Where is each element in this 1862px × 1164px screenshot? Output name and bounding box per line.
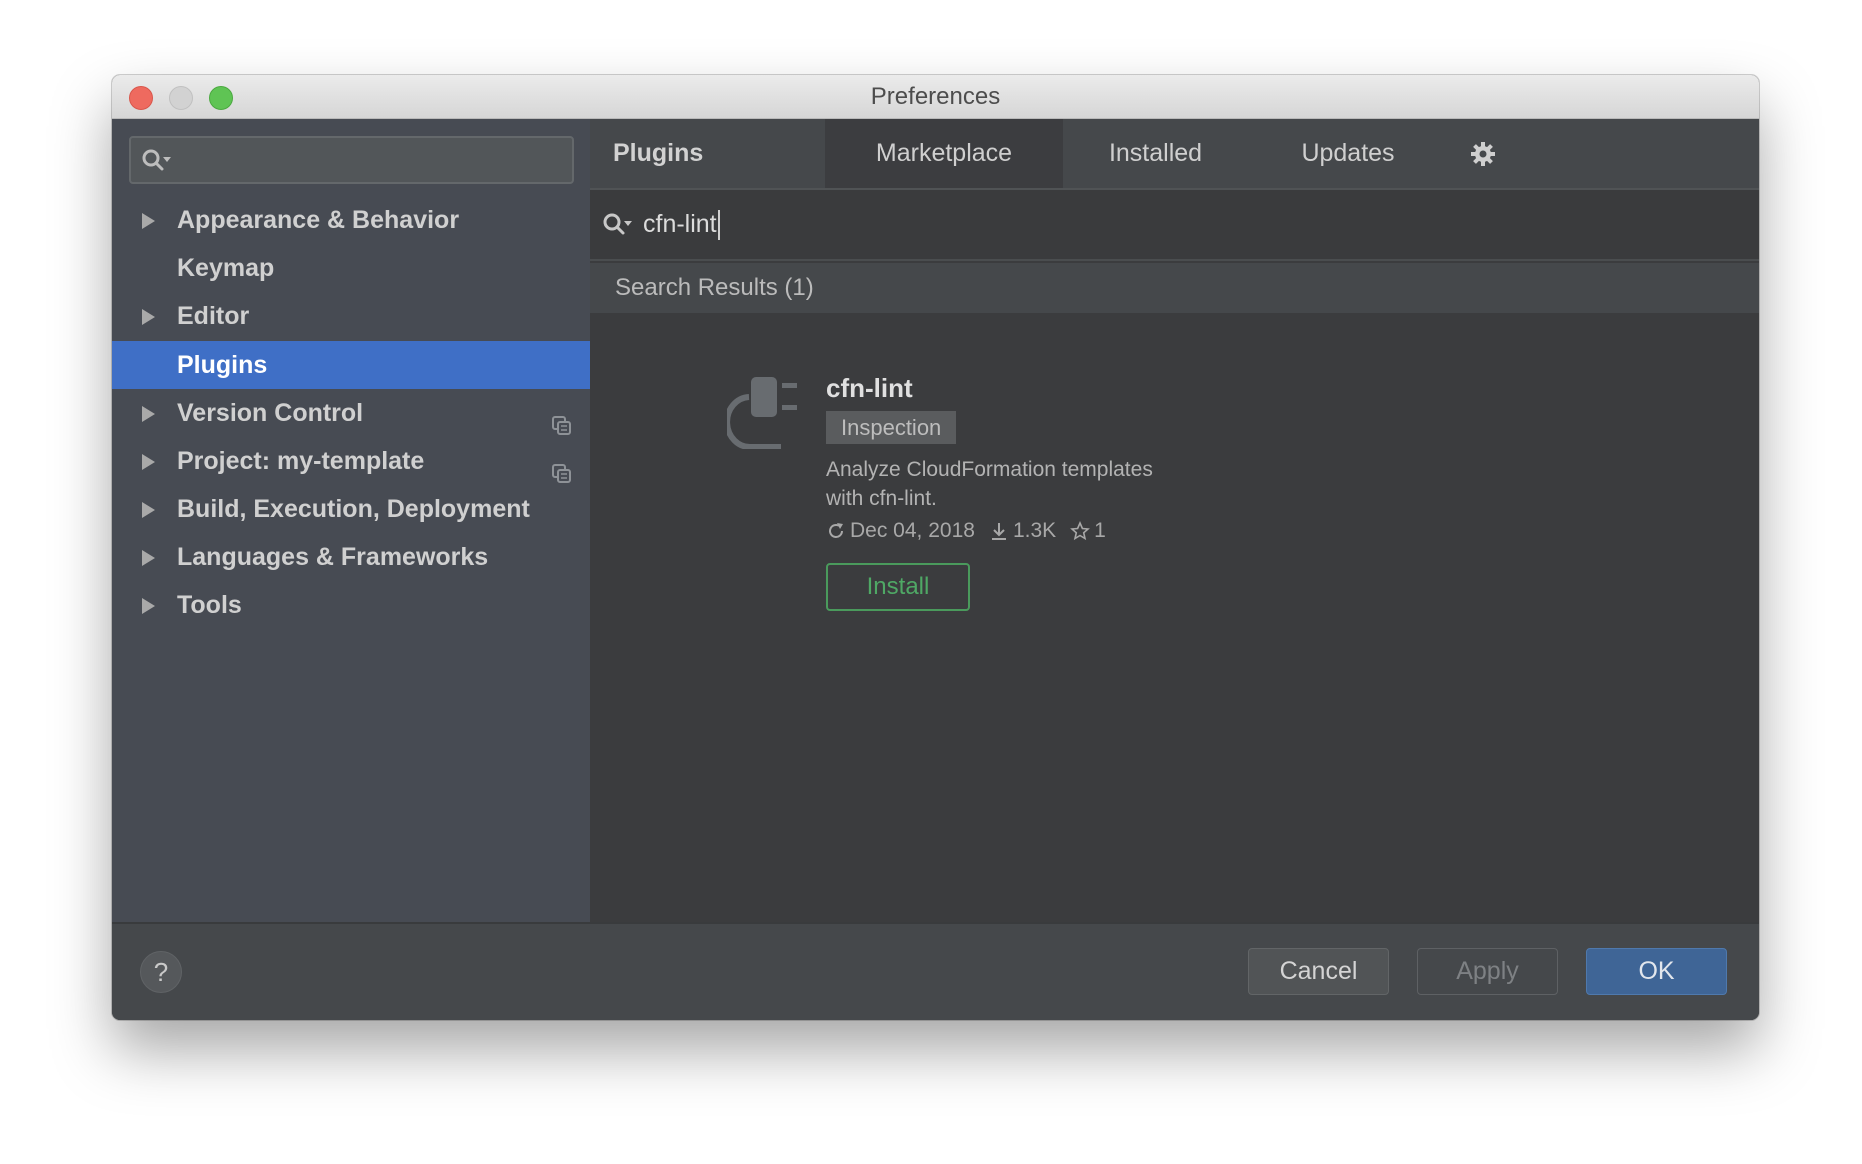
- plugin-rating-value: 1: [1094, 519, 1106, 542]
- sidebar-item-languages-frameworks[interactable]: Languages & Frameworks: [112, 533, 590, 581]
- plugin-updated-date: Dec 04, 2018: [850, 519, 975, 542]
- plugin-rating: 1: [1070, 519, 1106, 543]
- sidebar-item-appearance-behavior[interactable]: Appearance & Behavior: [112, 196, 590, 244]
- plugin-search-input[interactable]: cfn-lint: [590, 190, 1759, 261]
- expand-arrow-icon[interactable]: [142, 213, 155, 229]
- cancel-button[interactable]: Cancel: [1248, 948, 1389, 995]
- plugin-download-count: 1.3K: [1012, 519, 1057, 542]
- refresh-icon: [829, 523, 843, 538]
- project-level-icon: [552, 404, 572, 435]
- plugin-settings-button[interactable]: [1448, 119, 1518, 188]
- window-title: Preferences: [870, 83, 1001, 110]
- plugin-updated: Dec 04, 2018: [826, 519, 975, 543]
- sidebar-item-keymap[interactable]: Keymap: [112, 244, 590, 292]
- tab-installed[interactable]: Installed: [1063, 119, 1248, 188]
- search-results-header: Search Results (1): [590, 263, 1759, 313]
- apply-button[interactable]: Apply: [1417, 948, 1558, 995]
- plugin-downloads: 1.3K: [989, 519, 1056, 543]
- search-query-text: cfn-lint: [643, 210, 717, 238]
- plugin-name[interactable]: cfn-lint: [826, 373, 913, 404]
- expand-arrow-icon[interactable]: [142, 598, 155, 614]
- expand-arrow-icon[interactable]: [142, 406, 155, 422]
- install-button[interactable]: Install: [826, 563, 970, 611]
- help-button[interactable]: ?: [140, 951, 182, 993]
- plugins-tab-bar: Plugins Marketplace Installed Updates: [590, 119, 1759, 190]
- text-caret: [717, 210, 720, 241]
- plugins-heading: Plugins: [613, 139, 704, 167]
- tab-marketplace[interactable]: Marketplace: [825, 119, 1063, 188]
- gear-icon: [1471, 142, 1495, 166]
- download-icon: [991, 523, 1006, 540]
- search-icon: [141, 148, 175, 179]
- sidebar-item-plugins[interactable]: Plugins: [112, 341, 590, 389]
- dialog-footer: ? Cancel Apply OK: [112, 922, 1759, 1020]
- settings-sidebar: Appearance & Behavior Keymap Editor Plug…: [112, 119, 590, 922]
- search-icon: [602, 212, 636, 243]
- sidebar-item-tools[interactable]: Tools: [112, 581, 590, 629]
- expand-arrow-icon[interactable]: [142, 502, 155, 518]
- title-bar: Preferences: [112, 75, 1759, 119]
- plugins-panel: Plugins Marketplace Installed Updates cf…: [590, 119, 1759, 922]
- plugin-list-item[interactable]: cfn-lint Inspection Analyze CloudFormati…: [590, 313, 1759, 613]
- expand-arrow-icon[interactable]: [142, 309, 155, 325]
- plugin-category-tag: Inspection: [826, 411, 957, 444]
- preferences-window: Preferences Appearance & Behavior Keymap…: [112, 75, 1759, 1020]
- star-icon: [1070, 521, 1091, 541]
- project-level-icon: [552, 452, 572, 483]
- plugin-metadata: Dec 04, 2018 1.3K 1: [826, 519, 1120, 543]
- expand-arrow-icon[interactable]: [142, 550, 155, 566]
- expand-arrow-icon[interactable]: [142, 454, 155, 470]
- settings-search-input[interactable]: [129, 136, 574, 184]
- plugin-plug-icon: [724, 377, 805, 451]
- sidebar-item-version-control[interactable]: Version Control: [112, 389, 590, 437]
- sidebar-item-project[interactable]: Project: my-template: [112, 437, 590, 485]
- tab-updates[interactable]: Updates: [1248, 119, 1448, 188]
- ok-button[interactable]: OK: [1586, 948, 1727, 995]
- plugin-description: Analyze CloudFormation templates with cf…: [826, 458, 1153, 510]
- sidebar-item-editor[interactable]: Editor: [112, 292, 590, 340]
- sidebar-item-build-execution-deployment[interactable]: Build, Execution, Deployment: [112, 485, 590, 533]
